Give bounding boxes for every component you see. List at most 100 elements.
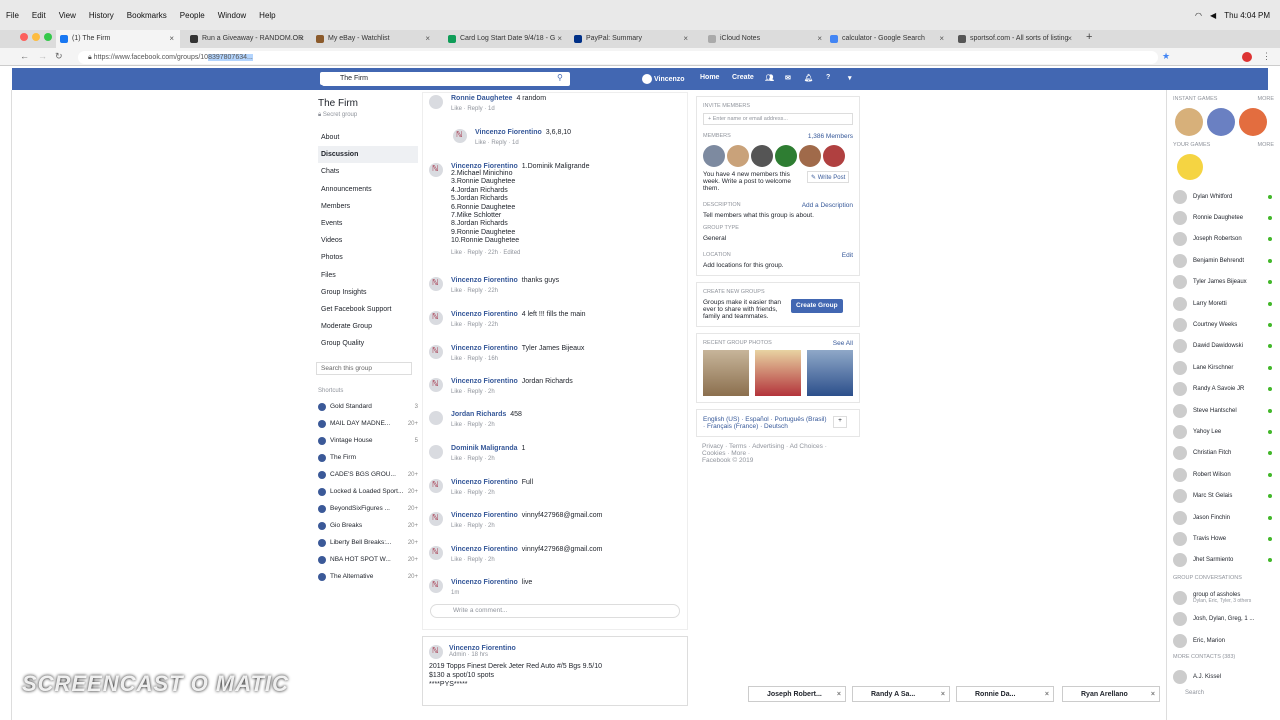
contact-item[interactable]: Steve Hantschel [1167,400,1280,421]
write-comment-input[interactable]: Write a comment... [430,604,680,618]
game-icon[interactable] [1175,108,1203,136]
shortcut-item[interactable]: Locked & Loaded Sport... 20+ [318,483,418,500]
comment-meta[interactable]: 1m [451,590,532,596]
group-nav-moderate-group[interactable]: Moderate Group [318,318,418,335]
group-photo[interactable] [807,350,853,396]
clock[interactable]: Thu 4:04 PM [1224,11,1270,20]
close-tab-icon[interactable]: × [425,30,430,48]
contact-item[interactable]: Jhet Sarmiento [1167,550,1280,571]
avatar[interactable] [429,277,443,291]
comment-author[interactable]: Vincenzo Fiorentino [451,277,518,284]
browser-tab[interactable]: My eBay - Watchlist × [312,30,436,48]
shortcut-item[interactable]: MAIL DAY MADNE... 20+ [318,415,418,432]
group-conversation[interactable]: Eric, Marion [1167,630,1280,651]
contact-item[interactable]: Robert Wilson [1167,464,1280,485]
game-icon[interactable] [1177,154,1203,180]
comment-meta[interactable]: Like · Reply · 22h · Edited [451,250,589,256]
group-nav-group-insights[interactable]: Group Insights [318,284,418,301]
browser-tab[interactable]: Run a Giveaway - RANDOM.OR × [186,30,310,48]
mac-menu-item[interactable]: Edit [32,11,46,20]
wifi-icon[interactable]: ◠ [1195,11,1202,20]
account-menu-icon[interactable]: ▾ [848,74,852,82]
shortcut-item[interactable]: Liberty Bell Breaks:... 20+ [318,534,418,551]
shortcut-item[interactable]: The Alternative 20+ [318,568,418,585]
chat-tab[interactable]: Joseph Robert... × [748,686,846,702]
shortcut-item[interactable]: NBA HOT SPOT W... 20+ [318,551,418,568]
comment-author[interactable]: Vincenzo Fiorentino [451,378,518,385]
browser-tab[interactable]: PayPal: Summary × [570,30,694,48]
avatar[interactable] [429,579,443,593]
shortcut-item[interactable]: CADE'S BGS GROU... 20+ [318,466,418,483]
contact-item[interactable]: Benjamin Behrendt [1167,250,1280,271]
comment-meta[interactable]: Like · Reply · 1d [451,106,546,112]
volume-icon[interactable]: ◀ [1210,11,1216,20]
mac-menu-item[interactable]: Help [259,11,275,20]
shortcut-item[interactable]: The Firm [318,449,418,466]
chat-tab[interactable]: Ryan Arellano × [1062,686,1160,702]
member-avatar[interactable] [751,145,773,167]
back-icon[interactable]: ← [20,51,29,61]
comment-meta[interactable]: Like · Reply · 2h [451,490,533,496]
nav-create[interactable]: Create [732,74,754,81]
forward-icon[interactable]: → [38,51,47,61]
nav-home[interactable]: Home [700,74,719,81]
contact-item[interactable]: Tyler James Bijeaux [1167,272,1280,293]
close-window-button[interactable] [20,33,28,41]
group-nav-chats[interactable]: Chats [318,163,418,180]
comment-meta[interactable]: Like · Reply · 22h [451,288,559,294]
comment-author[interactable]: Vincenzo Fiorentino [451,345,518,352]
search-icon[interactable]: ⚲ [557,73,563,82]
see-all-link[interactable]: See All [833,340,853,350]
group-photo[interactable] [703,350,749,396]
close-icon[interactable]: × [1151,687,1155,703]
comment-meta[interactable]: Like · Reply · 2h [451,523,602,529]
group-nav-events[interactable]: Events [318,215,418,232]
avatar[interactable] [429,163,443,177]
game-icon[interactable] [1239,108,1267,136]
comment-author[interactable]: Vincenzo Fiorentino [451,163,518,170]
browser-tab[interactable]: Card Log Start Date 9/4/18 - G × [444,30,568,48]
chat-search-input[interactable]: Search [1167,688,1280,698]
comment-meta[interactable]: Like · Reply · 2h [451,422,522,428]
mac-menu-item[interactable]: Window [218,11,246,20]
browser-tab[interactable]: calculator - Google Search × [826,30,950,48]
new-tab-button[interactable]: + [1086,31,1092,43]
avatar[interactable] [429,512,443,526]
members-count[interactable]: 1,386 Members [808,133,853,143]
comment-author[interactable]: Vincenzo Fiorentino [451,512,518,519]
avatar[interactable] [429,378,443,392]
group-nav-videos[interactable]: Videos [318,232,418,249]
comment-author[interactable]: Vincenzo Fiorentino [451,479,518,486]
avatar[interactable] [429,411,443,425]
group-nav-members[interactable]: Members [318,198,418,215]
comment-meta[interactable]: Like · Reply · 1d [475,140,571,146]
facebook-search-input[interactable]: The Firm [322,72,570,86]
game-icon[interactable] [1207,108,1235,136]
contact-item[interactable]: Travis Howe [1167,528,1280,549]
contact-item[interactable]: Christian Fitch [1167,443,1280,464]
contact-item[interactable]: Lane Kirschner [1167,357,1280,378]
zoom-window-button[interactable] [44,33,52,41]
close-tab-icon[interactable]: × [169,30,174,48]
comment-author[interactable]: Vincenzo Fiorentino [451,311,518,318]
help-icon[interactable]: ? [826,74,830,81]
avatar[interactable] [429,645,443,659]
group-title[interactable]: The Firm [318,98,418,109]
footer-links[interactable]: Privacy · Terms · Advertising · Ad Choic… [696,443,846,457]
add-description-link[interactable]: Add a Description [802,202,853,212]
group-nav-about[interactable]: About [318,129,418,146]
minimize-window-button[interactable] [32,33,40,41]
avatar[interactable] [429,546,443,560]
avatar[interactable] [429,445,443,459]
contact-item[interactable]: A.J. Kissel [1167,666,1280,687]
shortcut-item[interactable]: Gio Breaks 20+ [318,517,418,534]
mac-menu-item[interactable]: Bookmarks [127,11,167,20]
contact-item[interactable]: Jason Finchin [1167,507,1280,528]
group-nav-discussion[interactable]: Discussion [318,146,418,164]
group-photo[interactable] [755,350,801,396]
more-link[interactable]: More [1258,142,1275,148]
comment-meta[interactable]: Like · Reply · 2h [451,456,525,462]
close-tab-icon[interactable]: × [817,30,822,48]
avatar[interactable] [429,479,443,493]
mac-menu-item[interactable]: View [59,11,76,20]
